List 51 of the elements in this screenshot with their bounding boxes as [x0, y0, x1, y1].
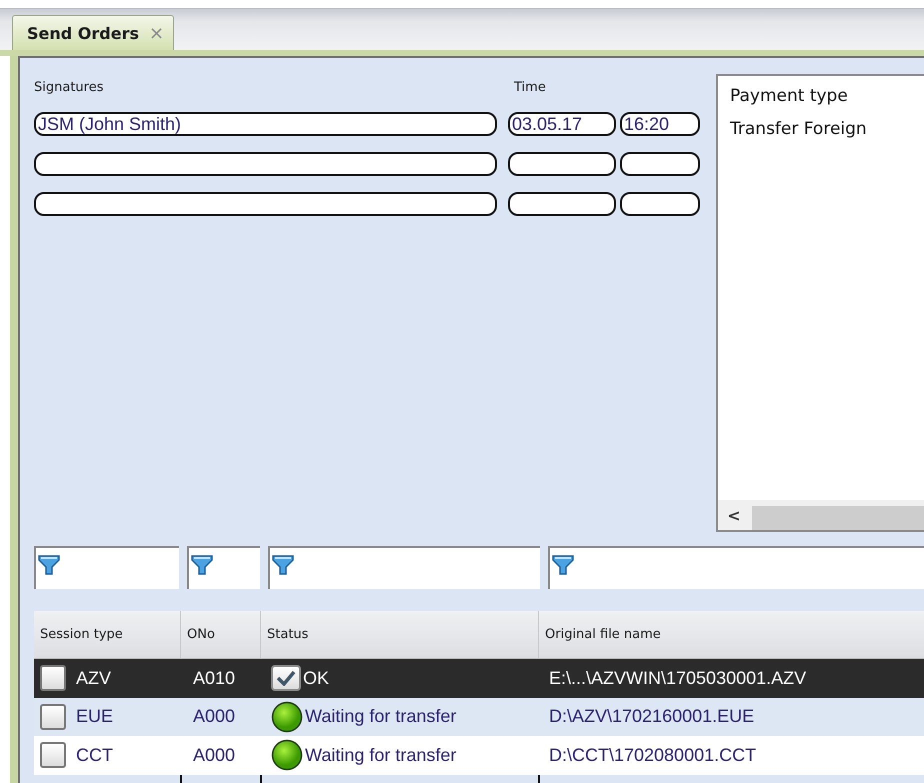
column-header[interactable]: Status: [261, 611, 539, 658]
column-header[interactable]: Session type: [34, 611, 181, 658]
table-cell: D:\AZV\1702160001.EUE: [549, 706, 754, 728]
filter-icon[interactable]: [272, 554, 294, 575]
checkbox[interactable]: [40, 742, 66, 768]
tab[interactable]: Send Orders ×: [12, 15, 174, 50]
table-row[interactable]: AZV A010 OK E:\...\AZVWIN\1705030001.AZV: [34, 659, 924, 698]
signature-field[interactable]: [34, 192, 497, 216]
list-header: Payment type: [730, 86, 849, 106]
table-cell: A010: [193, 668, 236, 689]
filter-field[interactable]: [187, 546, 260, 589]
filter-icon[interactable]: [552, 554, 574, 575]
table-row[interactable]: CCT A000 Waiting for transfer D:\CCT\1702080001.CCT: [34, 736, 924, 774]
signature-field[interactable]: [34, 152, 497, 176]
table-cell: A000: [193, 706, 236, 728]
list-item[interactable]: Transfer Foreign: [730, 119, 912, 139]
column-header[interactable]: Original file name: [539, 611, 924, 658]
scroll-left-button[interactable]: <: [718, 500, 750, 530]
checkmark-icon: [271, 665, 301, 692]
table-cell: E:\...\AZVWIN\1705030001.AZV: [549, 668, 806, 689]
status-text: Waiting for transfer: [305, 744, 456, 766]
time-field[interactable]: [620, 152, 700, 176]
tab-label: Send Orders: [27, 24, 139, 42]
checkbox[interactable]: [40, 704, 66, 730]
date-field[interactable]: [508, 152, 616, 176]
time-field[interactable]: 16:20: [620, 112, 700, 136]
filter-icon[interactable]: [191, 554, 213, 575]
status-text: OK: [303, 668, 330, 689]
status-dot-icon: [271, 700, 303, 733]
date-field[interactable]: [508, 192, 616, 216]
table-row[interactable]: EUE A000 Waiting for transfer D:\AZV\1702160001.EUE: [34, 698, 924, 736]
status-text: Waiting for transfer: [305, 706, 456, 728]
table-cell: A000: [193, 744, 236, 766]
checkbox[interactable]: [40, 665, 66, 692]
signatures-label: Signatures: [34, 80, 104, 96]
table-cell: EUE: [76, 706, 114, 728]
table-cell: CCT: [76, 744, 113, 766]
filter-field[interactable]: [34, 546, 179, 589]
column-header[interactable]: ONo: [181, 611, 261, 658]
status-dot-icon: [271, 739, 303, 772]
table-cell: D:\CCT\1702080001.CCT: [549, 744, 756, 766]
time-field[interactable]: [620, 192, 700, 216]
filter-field[interactable]: [548, 546, 924, 589]
scrollbar-thumb[interactable]: [752, 506, 924, 530]
table-cell: AZV: [76, 668, 112, 689]
time-label: Time: [513, 80, 547, 96]
filter-icon[interactable]: [38, 554, 60, 575]
horizontal-scrollbar[interactable]: <: [718, 500, 924, 530]
filter-field[interactable]: [268, 546, 540, 589]
date-field[interactable]: 03.05.17: [508, 112, 616, 136]
signature-field[interactable]: JSM (John Smith): [34, 112, 497, 136]
